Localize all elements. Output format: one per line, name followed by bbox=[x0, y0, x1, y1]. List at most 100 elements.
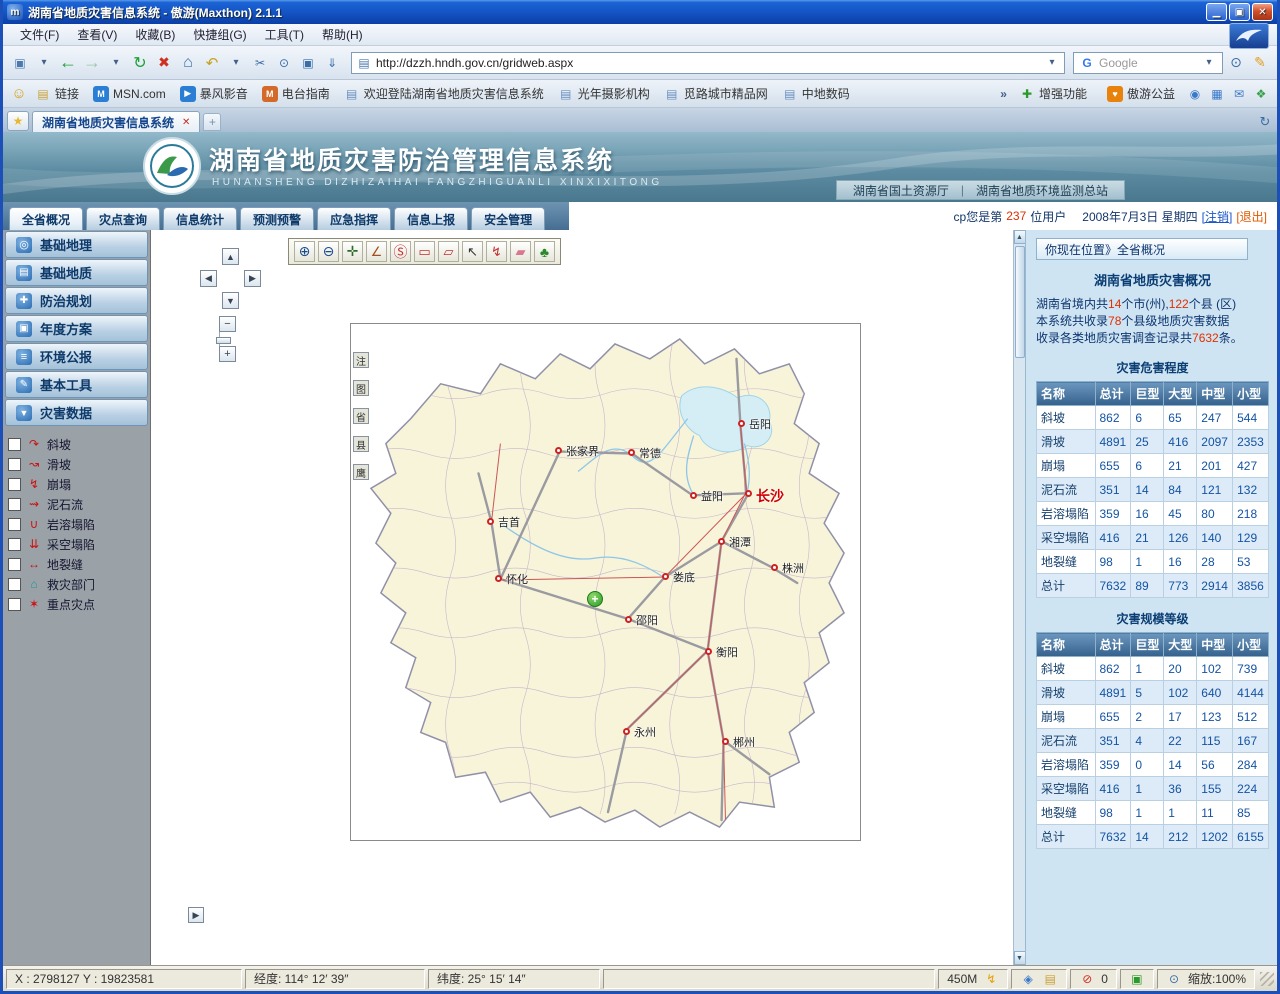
schedule-button[interactable]: ⊙ bbox=[273, 51, 295, 75]
caret-button[interactable]: ▾ bbox=[225, 51, 247, 75]
search-box[interactable]: G Google ▾ bbox=[1073, 52, 1223, 74]
nav-tab-2[interactable]: 灾点查询 bbox=[86, 207, 160, 230]
full-extent-button[interactable]: Ⓢ bbox=[390, 241, 411, 262]
menu-view[interactable]: 查看(V) bbox=[68, 24, 126, 45]
links-overflow-chevron[interactable]: » bbox=[1000, 87, 1007, 101]
snapshot-button[interactable]: ▣ bbox=[297, 51, 319, 75]
zoom-slider-handle[interactable] bbox=[216, 337, 231, 344]
tab-active[interactable]: 湖南省地质灾害信息系统 ✕ bbox=[32, 111, 200, 132]
layer-checkbox[interactable] bbox=[8, 538, 21, 551]
sidebar-button-3[interactable]: ✚防治规划 bbox=[5, 287, 148, 314]
zoom-level[interactable]: ⊙缩放:100% bbox=[1157, 969, 1255, 989]
pan-button[interactable]: ✛ bbox=[342, 241, 363, 262]
horizontal-scroll-right-button[interactable]: ▶ bbox=[188, 907, 204, 923]
scroll-up-icon[interactable]: ▲ bbox=[1014, 230, 1026, 244]
zoom-in-step-button[interactable]: + bbox=[219, 346, 236, 362]
refresh-button[interactable]: ↻ bbox=[129, 51, 151, 75]
address-dropdown-icon[interactable]: ▾ bbox=[1044, 55, 1060, 71]
select-polygon-button[interactable]: ▱ bbox=[438, 241, 459, 262]
ad-hunter-button[interactable]: ✂ bbox=[249, 51, 271, 75]
map-side-tab-3[interactable]: 省 bbox=[353, 408, 369, 424]
scroll-down-icon[interactable]: ▼ bbox=[1014, 951, 1026, 965]
snap-icon[interactable]: ▣ bbox=[1129, 971, 1145, 987]
undo-button[interactable]: ↶ bbox=[201, 51, 223, 75]
layer-checkbox[interactable] bbox=[8, 458, 21, 471]
zoom-in-button[interactable]: ⊕ bbox=[294, 241, 315, 262]
vertical-scrollbar[interactable]: ▲ ▼ bbox=[1013, 230, 1025, 965]
map-side-tab-2[interactable]: 图 bbox=[353, 380, 369, 396]
proxy-icon[interactable]: ◈ bbox=[1020, 971, 1036, 987]
menu-favorites[interactable]: 收藏(B) bbox=[126, 24, 184, 45]
layer-checkbox[interactable] bbox=[8, 598, 21, 611]
link-item[interactable]: ▤链接 bbox=[29, 83, 85, 104]
sidebar-button-1[interactable]: ◎基础地理 bbox=[5, 231, 148, 258]
sidebar-button-4[interactable]: ▣年度方案 bbox=[5, 315, 148, 342]
link-item[interactable]: ▶暴风影音 bbox=[174, 83, 254, 104]
account-icon[interactable]: ◉ bbox=[1187, 86, 1203, 102]
pan-left-button[interactable]: ◀ bbox=[200, 270, 217, 287]
search-dropdown-icon[interactable]: ▾ bbox=[1201, 55, 1217, 71]
search-button[interactable]: ⊙ bbox=[1225, 51, 1247, 75]
layer-checkbox[interactable] bbox=[8, 498, 21, 511]
new-tab-button[interactable]: + bbox=[203, 113, 221, 131]
minimize-button[interactable]: ▁ bbox=[1206, 3, 1227, 21]
breadcrumb-current[interactable]: 全省概况 bbox=[1117, 241, 1165, 258]
link-item[interactable]: MMSN.com bbox=[87, 84, 172, 104]
legend-button[interactable]: ♣ bbox=[534, 241, 555, 262]
menu-tools[interactable]: 工具(T) bbox=[256, 24, 313, 45]
pan-right-button[interactable]: ▶ bbox=[244, 270, 261, 287]
logout-link[interactable]: [注销] bbox=[1202, 208, 1233, 225]
refresh-tabs-icon[interactable]: ↻ bbox=[1257, 114, 1273, 130]
hotlink-button[interactable]: ↯ bbox=[486, 241, 507, 262]
menu-file[interactable]: 文件(F) bbox=[11, 24, 68, 45]
exit-link[interactable]: [退出] bbox=[1236, 208, 1267, 225]
link-item[interactable]: ✚增强功能 bbox=[1013, 83, 1093, 104]
layer-checkbox[interactable] bbox=[8, 478, 21, 491]
zoom-out-button[interactable]: ⊖ bbox=[318, 241, 339, 262]
link-item[interactable]: M电台指南 bbox=[256, 83, 336, 104]
sidebar-button-7[interactable]: ▼灾害数据 bbox=[5, 399, 148, 426]
layer-checkbox[interactable] bbox=[8, 558, 21, 571]
link-item[interactable]: ▤光年摄影机构 bbox=[552, 83, 656, 104]
back-button[interactable]: ← bbox=[57, 51, 79, 75]
link-item[interactable]: ▤觅路城市精品网 bbox=[658, 83, 774, 104]
pan-up-button[interactable]: ▲ bbox=[222, 248, 239, 265]
gift-icon[interactable]: ❖ bbox=[1253, 86, 1269, 102]
new-page-button[interactable]: ▣ bbox=[9, 51, 31, 75]
layer-checkbox[interactable] bbox=[8, 578, 21, 591]
sidebar-button-5[interactable]: ≡环境公报 bbox=[5, 343, 148, 370]
nav-tab-7[interactable]: 安全管理 bbox=[471, 207, 545, 230]
scrollbar-thumb[interactable] bbox=[1015, 246, 1025, 358]
home-button[interactable]: ⌂ bbox=[177, 51, 199, 75]
highlight-button[interactable]: ✎ bbox=[1249, 51, 1271, 75]
zoom-out-step-button[interactable]: − bbox=[219, 316, 236, 332]
message-icon[interactable]: ✉ bbox=[1231, 86, 1247, 102]
forward-button[interactable]: → bbox=[81, 51, 103, 75]
zoom-slider-track[interactable] bbox=[219, 332, 220, 346]
link-item[interactable]: ▤欢迎登陆湖南省地质灾害信息系统 bbox=[338, 83, 550, 104]
map-canvas[interactable]: 注图省县鹰 bbox=[350, 323, 861, 841]
resize-grip[interactable] bbox=[1260, 972, 1274, 986]
close-button[interactable]: ✕ bbox=[1252, 3, 1273, 21]
sidebar-button-2[interactable]: ▤基础地质 bbox=[5, 259, 148, 286]
nav-tab-3[interactable]: 信息统计 bbox=[163, 207, 237, 230]
eraser-button[interactable]: ▰ bbox=[510, 241, 531, 262]
favorites-panel-button[interactable]: ★ bbox=[7, 111, 29, 131]
skin-icon[interactable]: ▦ bbox=[1209, 86, 1225, 102]
menu-help[interactable]: 帮助(H) bbox=[313, 24, 372, 45]
identify-button[interactable]: ↖ bbox=[462, 241, 483, 262]
layer-checkbox[interactable] bbox=[8, 438, 21, 451]
nav-tab-4[interactable]: 预测预警 bbox=[240, 207, 314, 230]
nav-tab-1[interactable]: 全省概况 bbox=[9, 207, 83, 230]
measure-button[interactable]: ∠ bbox=[366, 241, 387, 262]
layer-checkbox[interactable] bbox=[8, 518, 21, 531]
stop-button[interactable]: ✖ bbox=[153, 51, 175, 75]
folder-icon[interactable]: ▤ bbox=[1042, 971, 1058, 987]
tab-close-icon[interactable]: ✕ bbox=[182, 117, 190, 128]
download-button[interactable]: ⇓ bbox=[321, 51, 343, 75]
map-side-tab-5[interactable]: 鹰 bbox=[353, 464, 369, 480]
banner-link-monitoring-station[interactable]: 湖南省地质环境监测总站 bbox=[976, 182, 1108, 199]
link-item[interactable]: ▤中地数码 bbox=[776, 83, 856, 104]
restore-button[interactable]: ▣ bbox=[1229, 3, 1250, 21]
select-rect-button[interactable]: ▭ bbox=[414, 241, 435, 262]
